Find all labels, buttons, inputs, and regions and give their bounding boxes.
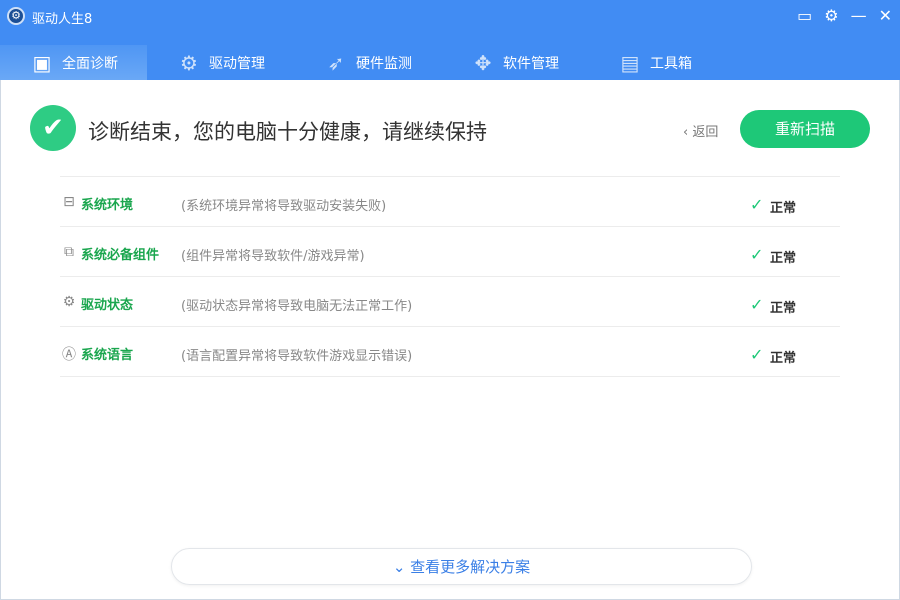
more-solutions-button[interactable]: ⌄ 查看更多解决方案 xyxy=(171,548,752,585)
app-logo-icon: ⚙ xyxy=(7,7,25,25)
double-chevron-down-icon: ⌄ xyxy=(392,558,411,576)
tab-driver-management[interactable]: ⚙ 驱动管理 xyxy=(147,45,294,80)
close-icon[interactable]: ✕ xyxy=(879,6,892,25)
more-label: 查看更多解决方案 xyxy=(410,558,531,576)
rescan-button[interactable]: 重新扫描 xyxy=(740,110,870,148)
tab-software-management[interactable]: ✥ 软件管理 xyxy=(441,45,588,80)
title-bar: ⚙ 驱动人生8 ▭ ⚙ — ✕ ▣ 全面诊断 ⚙ 驱动管理 ➶ 硬件监测 ✥ 软件管理 … xyxy=(0,0,900,80)
gear-icon: ⚙ xyxy=(180,50,198,75)
back-link[interactable]: ‹ 返回 xyxy=(683,121,718,140)
check-circle-icon: ✔ xyxy=(30,105,76,151)
item-status: 正常 xyxy=(770,351,797,366)
item-name[interactable]: 系统环境 xyxy=(81,194,133,213)
tab-full-diagnosis[interactable]: ▣ 全面诊断 xyxy=(0,45,147,80)
item-desc: (系统环境异常将导致驱动安装失败) xyxy=(181,199,387,214)
item-status: 正常 xyxy=(770,251,797,266)
feedback-icon[interactable]: ▭ xyxy=(797,6,812,25)
chevron-left-icon: ‹ xyxy=(683,125,693,140)
puzzle-icon: ⧉ xyxy=(64,244,74,260)
tab-label: 全面诊断 xyxy=(62,55,118,72)
list-item: Ⓐ 系统语言 (语言配置异常将导致软件游戏显示错误) ✓ 正常 xyxy=(60,327,840,377)
check-icon: ✓ xyxy=(750,245,764,264)
list-item: ⚙ 驱动状态 (驱动状态异常将导致电脑无法正常工作) ✓ 正常 xyxy=(60,277,840,327)
language-icon: Ⓐ xyxy=(62,347,76,363)
apps-icon: ✥ xyxy=(474,50,492,75)
result-headline: 诊断结束，您的电脑十分健康，请继续保持 xyxy=(88,120,487,144)
check-icon: ✓ xyxy=(750,345,764,364)
check-icon: ✓ xyxy=(750,295,764,314)
tab-label: 工具箱 xyxy=(650,55,692,72)
check-list: ⊟ 系统环境 (系统环境异常将导致驱动安装失败) ✓ 正常 ⧉ 系统必备组件 (组件异常将导… xyxy=(60,176,840,377)
gear-icon: ⚙ xyxy=(62,294,76,310)
list-item: ⧉ 系统必备组件 (组件异常将导致软件/游戏异常) ✓ 正常 xyxy=(60,227,840,277)
item-name[interactable]: 驱动状态 xyxy=(81,294,133,313)
tab-label: 驱动管理 xyxy=(209,55,265,72)
item-desc: (语言配置异常将导致软件游戏显示错误) xyxy=(181,349,413,364)
item-desc: (驱动状态异常将导致电脑无法正常工作) xyxy=(181,299,413,314)
settings-icon[interactable]: ⚙ xyxy=(824,6,838,25)
item-name[interactable]: 系统语言 xyxy=(81,344,133,363)
back-label: 返回 xyxy=(692,125,719,140)
tab-hardware-monitor[interactable]: ➶ 硬件监测 xyxy=(294,45,441,80)
rocket-icon: ➶ xyxy=(327,50,345,75)
item-status: 正常 xyxy=(770,201,797,216)
check-icon: ✓ xyxy=(750,195,764,214)
tab-toolbox[interactable]: ▤ 工具箱 xyxy=(588,45,735,80)
window-icon: ⊟ xyxy=(63,194,75,210)
toolbox-icon: ▤ xyxy=(620,50,640,75)
tab-label: 软件管理 xyxy=(503,55,559,72)
item-name[interactable]: 系统必备组件 xyxy=(81,244,159,263)
tab-label: 硬件监测 xyxy=(356,55,412,72)
app-title: 驱动人生8 xyxy=(32,12,93,27)
minimize-icon[interactable]: — xyxy=(851,6,867,25)
monitor-icon: ▣ xyxy=(32,50,52,75)
item-status: 正常 xyxy=(770,301,797,316)
list-item: ⊟ 系统环境 (系统环境异常将导致驱动安装失败) ✓ 正常 xyxy=(60,177,840,227)
item-desc: (组件异常将导致软件/游戏异常) xyxy=(181,249,365,264)
